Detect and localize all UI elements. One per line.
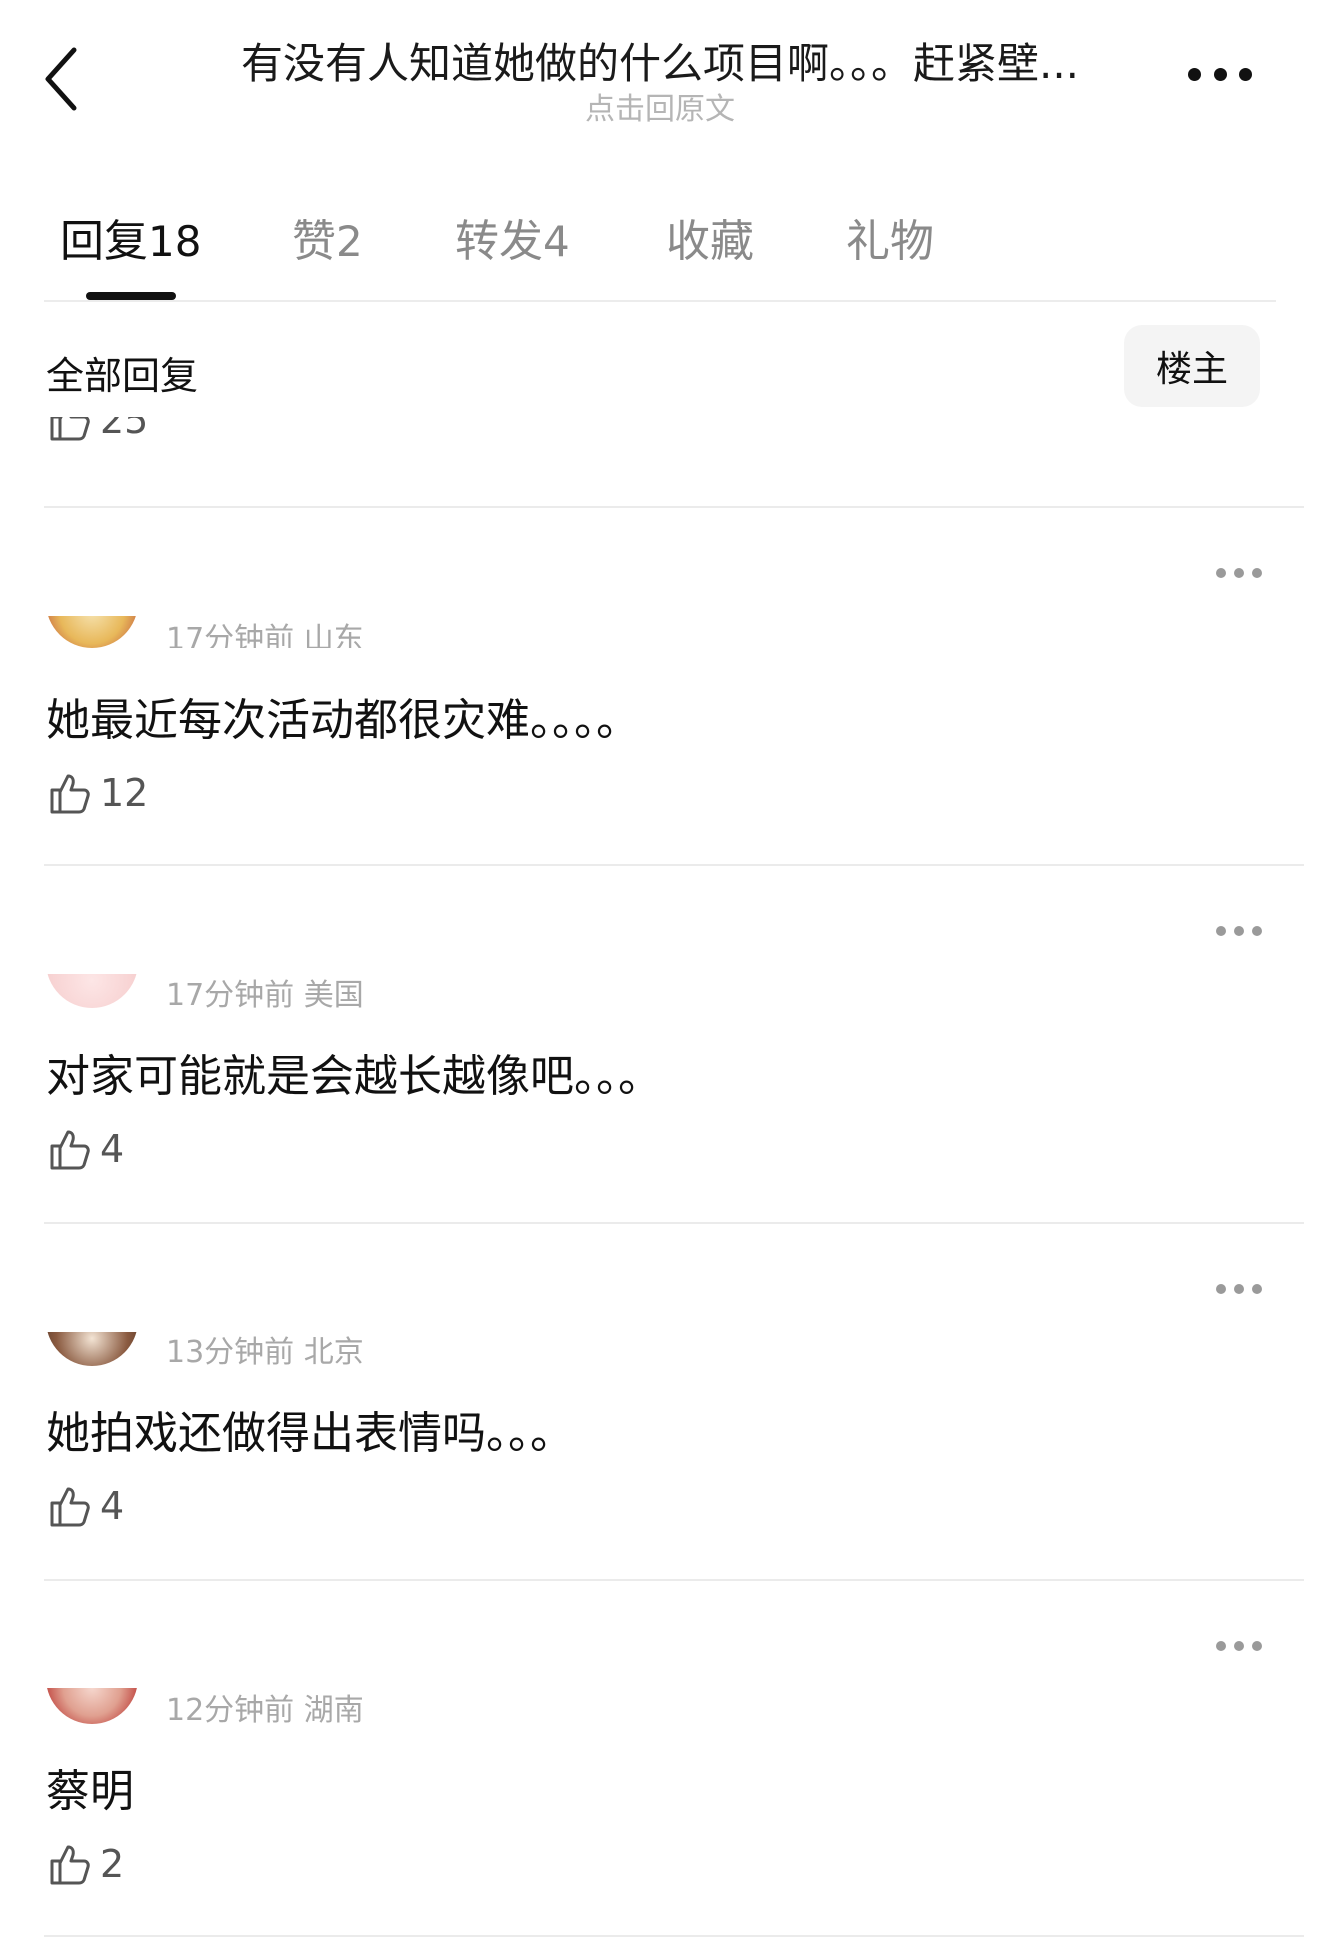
active-tab-indicator (86, 292, 176, 300)
tab-reposts[interactable]: 转发4 (455, 205, 570, 269)
row-divider (44, 506, 1304, 508)
avatar[interactable] (46, 974, 138, 1008)
row-divider (44, 864, 1304, 866)
row-divider (44, 1935, 1304, 1937)
reply-more-icon[interactable] (1216, 1640, 1262, 1652)
reply-text: 蔡明 (46, 1766, 134, 1817)
reply-text: 对家可能就是会越长越像吧。。。 (46, 1051, 662, 1102)
thumbs-up-icon (50, 417, 90, 441)
reply-meta: 13分钟前 北京 (166, 1335, 364, 1370)
row-divider (44, 1222, 1304, 1224)
reply-more-icon[interactable] (1216, 567, 1262, 579)
avatar[interactable] (46, 1688, 138, 1724)
like-button[interactable]: 4 (46, 1481, 124, 1531)
reply-text: 她最近每次活动都很灾难。。。。 (46, 695, 640, 746)
reply-more-icon[interactable] (1216, 1283, 1262, 1295)
back-to-original-link[interactable]: 点击回原文 (0, 84, 1320, 128)
thumbs-up-icon (50, 1845, 90, 1885)
like-button[interactable]: 12 (46, 768, 148, 818)
reply-meta: 17分钟前 美国 (166, 978, 364, 1013)
avatar[interactable] (46, 616, 138, 648)
tab-likes[interactable]: 赞2 (292, 205, 363, 269)
op-only-button[interactable]: 楼主 (1124, 325, 1260, 407)
all-replies-heading: 全部回复 (46, 354, 199, 398)
thumbs-up-icon (50, 774, 90, 814)
tab-favorites[interactable]: 收藏 (666, 205, 754, 269)
partial-like-row[interactable]: 25 (46, 417, 206, 459)
reply-text: 她拍戏还做得出表情吗。。。 (46, 1408, 574, 1459)
post-title[interactable]: 有没有人知道她做的什么项目啊。。。赶紧壁... (0, 30, 1320, 91)
like-button[interactable]: 4 (46, 1124, 124, 1174)
more-options-icon[interactable] (1188, 64, 1252, 84)
tab-replies[interactable]: 回复18 (60, 205, 201, 269)
reply-meta: 17分钟前 山东 (166, 622, 364, 648)
reply-more-icon[interactable] (1216, 925, 1262, 937)
like-button[interactable]: 2 (46, 1839, 124, 1889)
tabs-divider (44, 300, 1276, 302)
thumbs-up-icon (50, 1130, 90, 1170)
row-divider (44, 1579, 1304, 1581)
avatar[interactable] (46, 1332, 138, 1366)
reply-meta: 12分钟前 湖南 (166, 1693, 364, 1728)
tab-gifts[interactable]: 礼物 (846, 205, 934, 269)
thumbs-up-icon (50, 1487, 90, 1527)
